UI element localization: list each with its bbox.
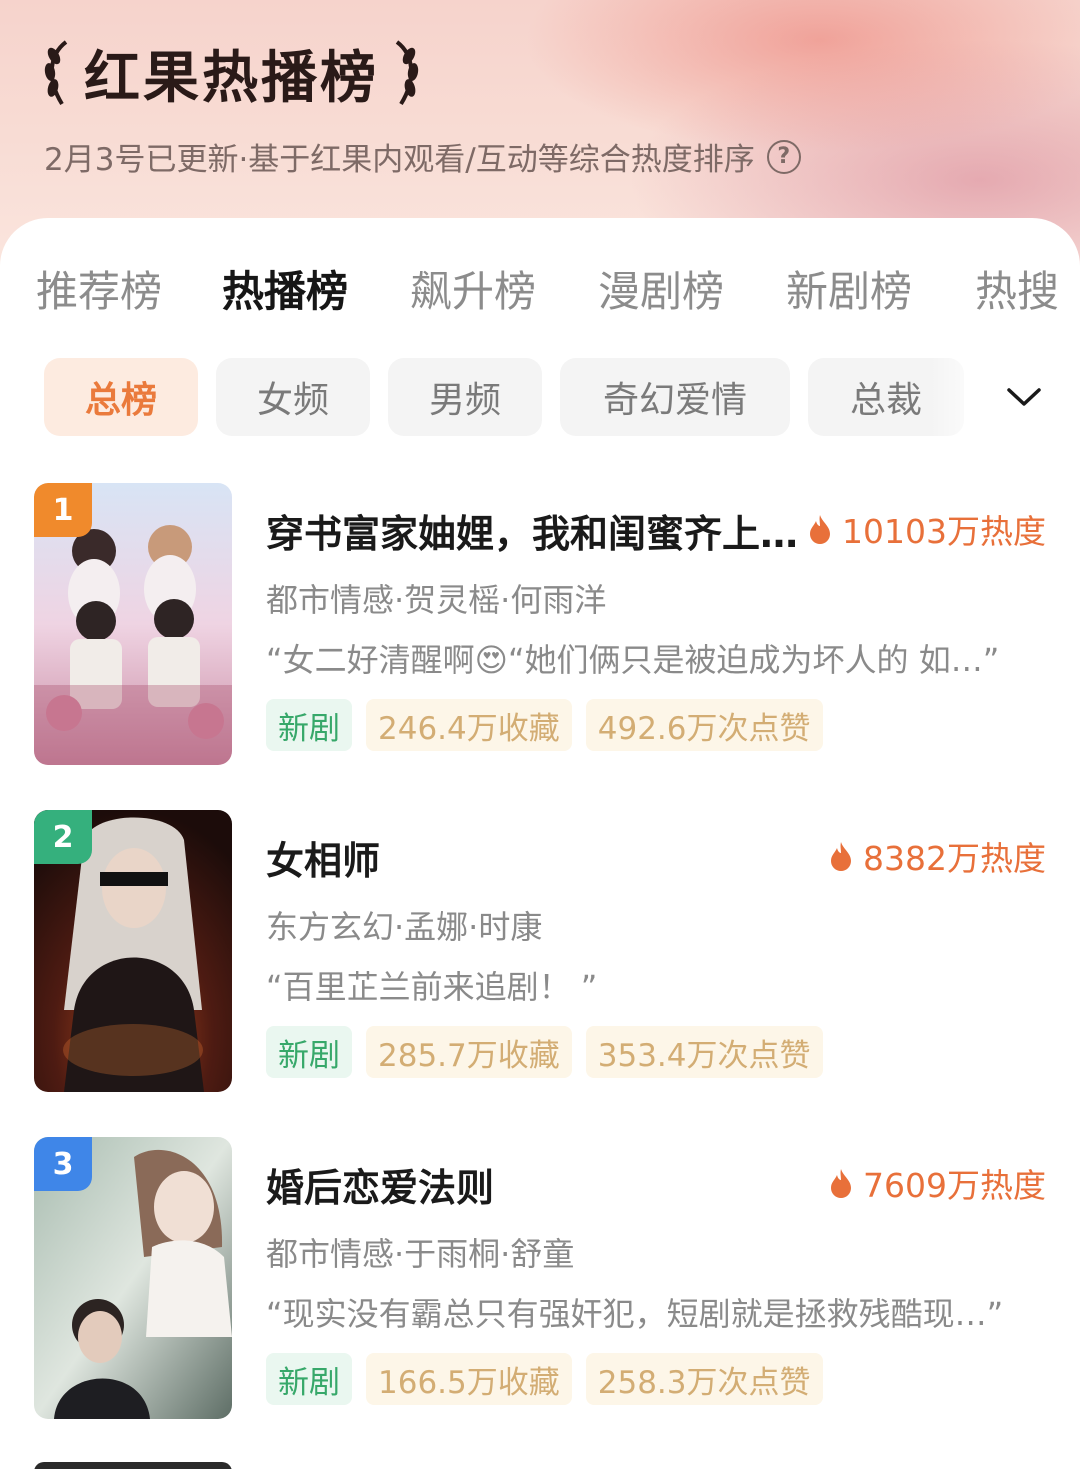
flame-icon — [831, 842, 852, 871]
favorites-tag: 246.4万收藏 — [366, 699, 572, 751]
new-tag: 新剧 — [266, 1353, 352, 1405]
likes-tag: 258.3万次点赞 — [585, 1353, 823, 1405]
favorites-tag: 166.5万收藏 — [366, 1353, 572, 1405]
heat-score: 10103万热度 — [808, 505, 1046, 553]
likes-tag: 353.4万次点赞 — [585, 1026, 823, 1078]
chip-female[interactable]: 女频 — [216, 358, 370, 436]
tab-comic[interactable]: 漫剧榜 — [598, 262, 724, 322]
update-subtitle: 2月3号已更新·基于红果内观看/互动等综合热度排序 ? — [44, 134, 801, 179]
poster-image: 3 — [34, 1137, 232, 1419]
ranking-card: 推荐榜 热播榜 飙升榜 漫剧榜 新剧榜 热搜 总榜 女频 男频 奇幻爱情 总裁 — [0, 218, 1080, 1469]
heat-value: 10103万热度 — [842, 512, 1046, 551]
chevron-down-icon — [1007, 388, 1041, 406]
drama-title: 女相师 — [266, 839, 381, 883]
likes-tag: 492.6万次点赞 — [585, 699, 823, 751]
ranking-item-2[interactable]: 2 女相师 8382万热度 东方玄幻·孟娜·时康 “百里芷兰前来追剧！ ” 新剧… — [0, 810, 1080, 1094]
tab-hot-play[interactable]: 热播榜 — [222, 262, 348, 322]
heat-value: 8382万热度 — [863, 839, 1046, 878]
chip-male[interactable]: 男频 — [388, 358, 542, 436]
tab-new[interactable]: 新剧榜 — [786, 262, 912, 322]
ranking-item-3[interactable]: 3 婚后恋爱法则 7609万热度 都市情感·于雨桐·舒童 “现实没有霸总只有强奸… — [0, 1137, 1080, 1421]
tag-row: 新剧 285.7万收藏 353.4万次点赞 — [266, 1026, 823, 1078]
chip-fade — [930, 358, 990, 436]
new-tag: 新剧 — [266, 699, 352, 751]
rank-badge: 3 — [34, 1137, 92, 1191]
heat-score: 7609万热度 — [829, 1159, 1046, 1207]
flame-icon — [831, 1169, 852, 1198]
rank-badge: 1 — [34, 483, 92, 537]
expand-button[interactable] — [996, 372, 1052, 422]
chip-overall[interactable]: 总榜 — [44, 358, 198, 436]
laurel-right-icon — [395, 40, 419, 106]
genre-cast: 东方玄幻·孟娜·时康 — [266, 908, 543, 946]
heat-score: 8382万热度 — [829, 832, 1046, 880]
rank-badge: 2 — [34, 810, 92, 864]
poster-image: 2 — [34, 810, 232, 1092]
top-comment: “现实没有霸总只有强奸犯，短剧就是拯救残酷现…” — [266, 1295, 1004, 1333]
title-row: 红果热播榜 — [40, 28, 423, 118]
main-tab-bar: 推荐榜 热播榜 飙升榜 漫剧榜 新剧榜 热搜 — [0, 262, 1080, 332]
chip-fantasy-romance[interactable]: 奇幻爱情 — [560, 358, 790, 436]
tab-recommend[interactable]: 推荐榜 — [36, 262, 162, 322]
genre-cast: 都市情感·于雨桐·舒童 — [266, 1235, 575, 1273]
genre-cast: 都市情感·贺灵榣·何雨洋 — [266, 581, 607, 619]
tab-hot-search[interactable]: 热搜 — [975, 262, 1059, 322]
tag-row: 新剧 166.5万收藏 258.3万次点赞 — [266, 1353, 823, 1405]
next-item-poster-edge — [34, 1462, 232, 1469]
drama-title: 婚后恋爱法则 — [266, 1166, 495, 1210]
favorites-tag: 285.7万收藏 — [366, 1026, 572, 1078]
laurel-left-icon — [44, 40, 68, 106]
top-comment: “女二好清醒啊😍“她们俩只是被迫成为坏人的 如…” — [266, 641, 1000, 679]
ranking-item-1[interactable]: 1 穿书富家妯娌，我和闺蜜齐上… 10103万热度 都市情感·贺灵榣·何雨洋 “… — [0, 483, 1080, 767]
tab-rising[interactable]: 飙升榜 — [410, 262, 536, 322]
subtitle-text: 2月3号已更新·基于红果内观看/互动等综合热度排序 — [44, 142, 755, 178]
top-comment: “百里芷兰前来追剧！ ” — [266, 968, 598, 1006]
new-tag: 新剧 — [266, 1026, 352, 1078]
poster-image: 1 — [34, 483, 232, 765]
flame-icon — [810, 515, 831, 544]
drama-title: 穿书富家妯娌，我和闺蜜齐上… — [266, 512, 799, 556]
heat-value: 7609万热度 — [863, 1166, 1046, 1205]
question-circle-icon[interactable]: ? — [766, 139, 801, 174]
sub-tab-bar: 总榜 女频 男频 奇幻爱情 总裁 — [0, 358, 1080, 438]
page-title: 红果热播榜 — [84, 45, 379, 111]
tag-row: 新剧 246.4万收藏 492.6万次点赞 — [266, 699, 823, 751]
